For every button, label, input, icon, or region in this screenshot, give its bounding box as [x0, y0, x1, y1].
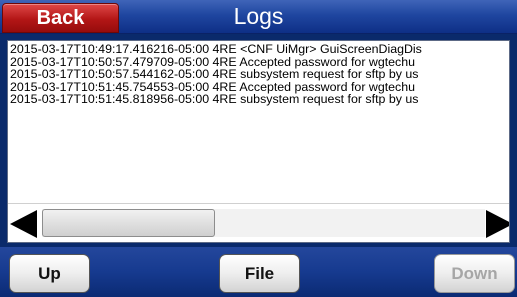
footer-bar: Up File Down	[0, 247, 517, 297]
log-line: 2015-03-17T10:51:45.818956-05:00 4RE sub…	[10, 92, 419, 107]
log-list: 2015-03-17T10:49:17.416216-05:00 4RE <CN…	[10, 43, 509, 202]
log-line: 2015-03-17T10:49:17.416216-05:00 4RE <CN…	[10, 43, 422, 56]
header-bar: Back Logs	[0, 0, 517, 34]
scroll-right-arrow-icon[interactable]	[486, 210, 509, 238]
back-button[interactable]: Back	[2, 3, 119, 33]
scroll-left-arrow-icon[interactable]	[10, 210, 37, 238]
horizontal-scrollbar[interactable]	[8, 203, 509, 242]
file-button[interactable]: File	[219, 254, 300, 293]
scroll-thumb[interactable]	[42, 209, 215, 237]
log-panel: 2015-03-17T10:49:17.416216-05:00 4RE <CN…	[7, 40, 510, 243]
scroll-track[interactable]	[42, 209, 485, 237]
log-line: 2015-03-17T10:50:57.544162-05:00 4RE sub…	[10, 67, 419, 82]
up-button[interactable]: Up	[9, 254, 90, 293]
down-button[interactable]: Down	[434, 254, 515, 293]
